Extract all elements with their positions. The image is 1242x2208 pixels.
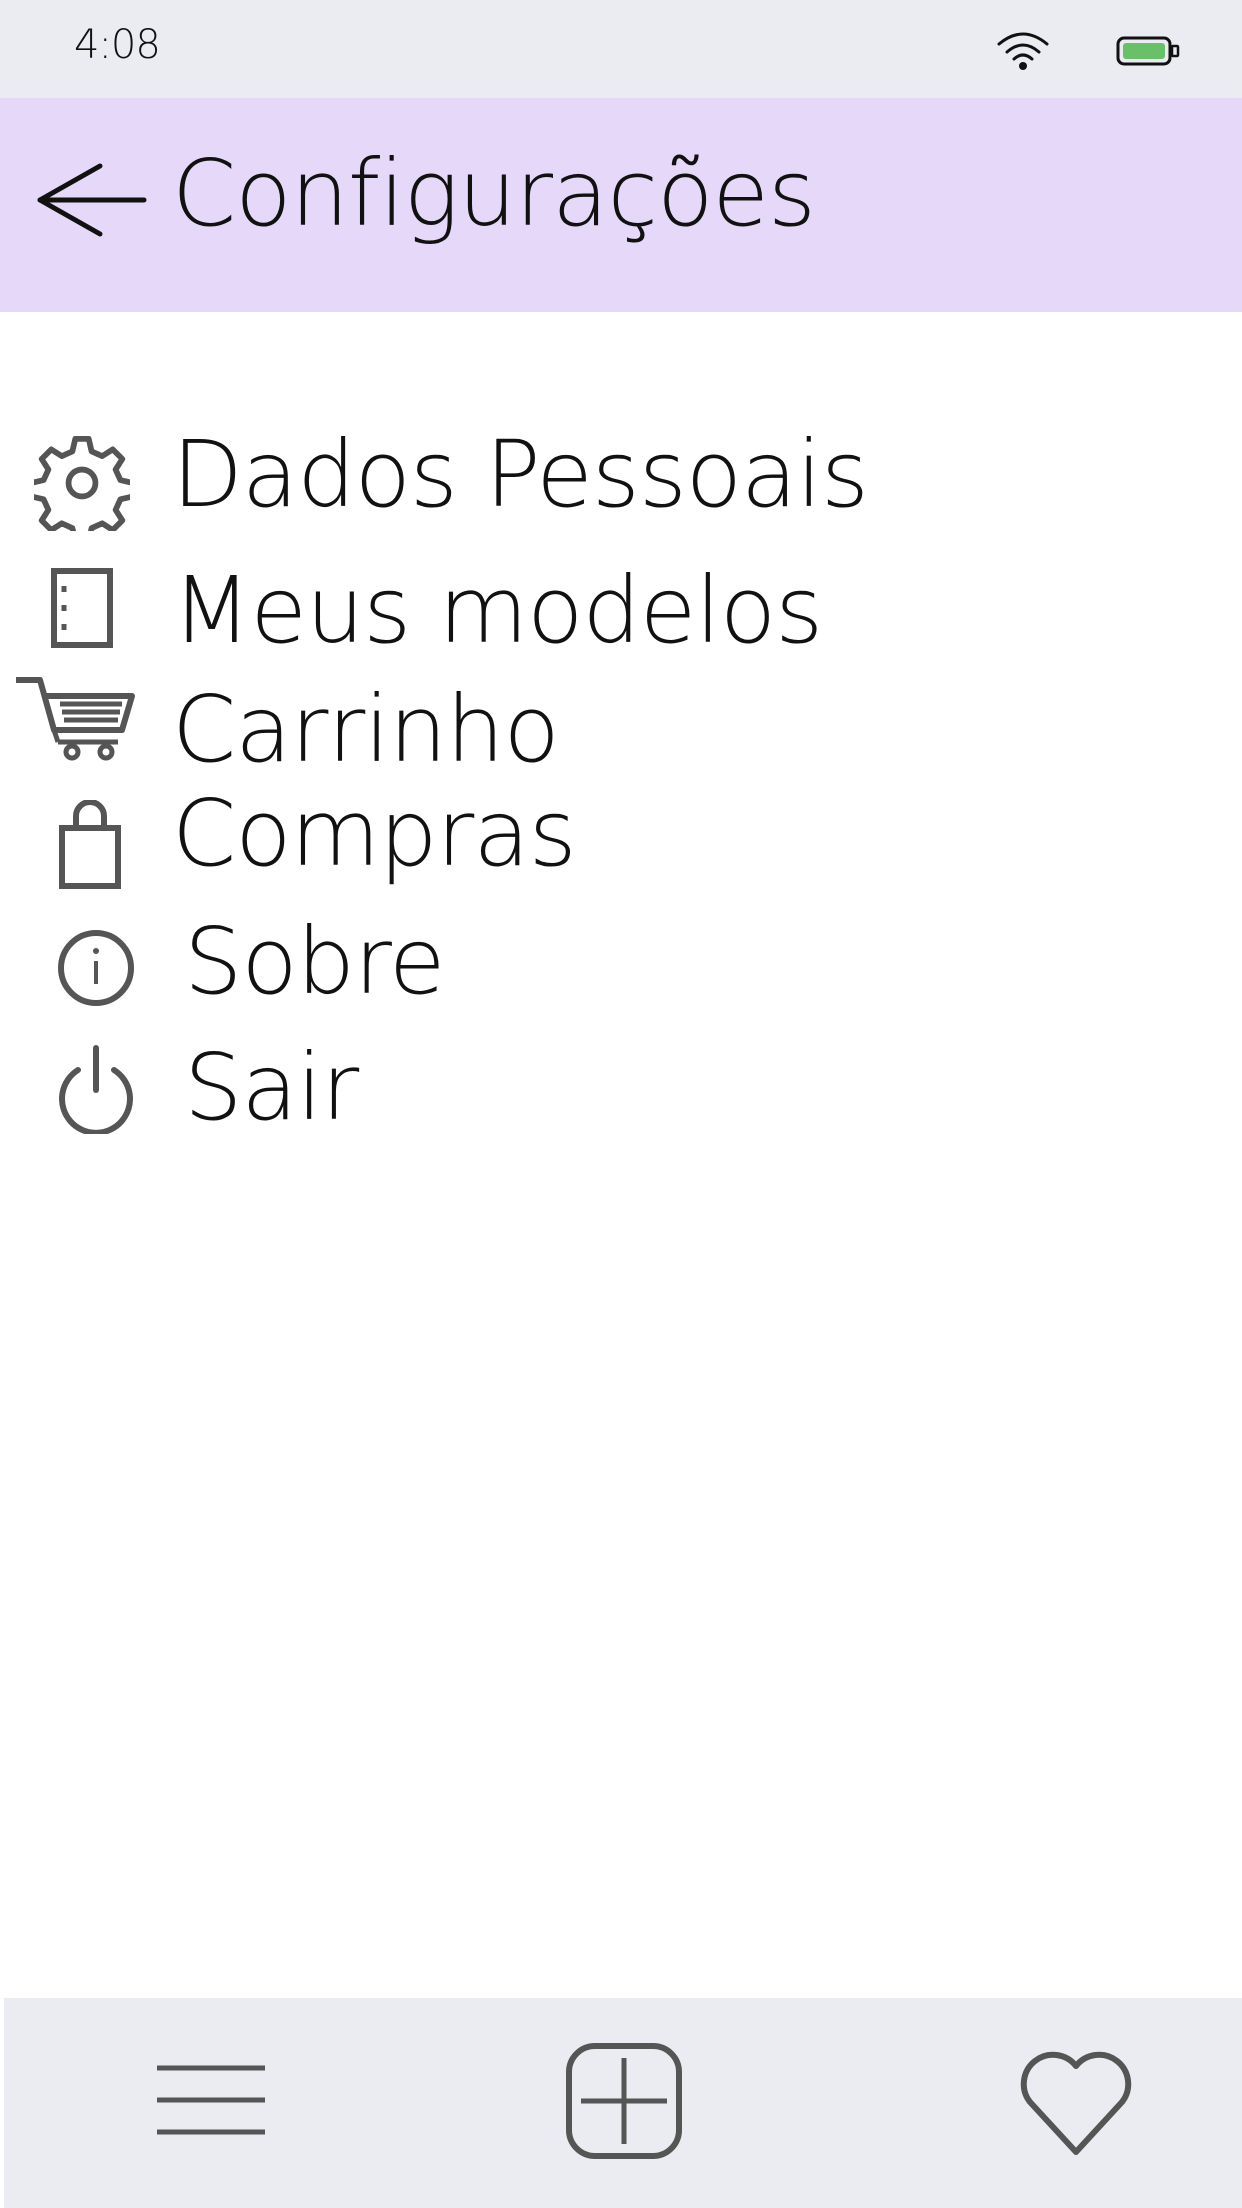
menu-item-dados-pessoais[interactable]: Dados Pessoais [0,421,900,535]
cart-icon [16,677,135,761]
add-icon[interactable] [565,2042,683,2160]
status-time: 4:08 [74,22,161,68]
info-icon [58,930,134,1006]
heart-icon[interactable] [1016,2044,1136,2158]
menu-item-label: Dados Pessoais [172,421,869,528]
menu-item-label: Sobre [184,908,445,1015]
battery-icon [1116,36,1180,66]
power-icon [59,1045,133,1134]
notebook-icon [51,568,113,648]
menu-item-meus-modelos[interactable]: Meus modelos [0,557,900,670]
wifi-icon [997,32,1049,70]
menu-icon[interactable] [155,2064,267,2136]
status-bar: 4:08 [0,0,1242,98]
page-title: Configurações [172,140,816,247]
menu-item-label: Meus modelos [172,557,823,664]
menu-item-label: Carrinho [172,676,560,783]
menu-item-label: Compras [172,780,577,887]
gear-icon [34,435,130,531]
arrow-left-icon [37,163,147,237]
menu-item-sair[interactable]: Sair [0,1034,900,1146]
back-button[interactable] [36,160,148,240]
menu-item-label: Sair [184,1034,359,1141]
shopping-bag-icon [59,800,121,889]
menu-item-compras[interactable]: Compras [0,780,900,900]
menu-item-sobre[interactable]: Sobre [0,908,900,1020]
menu-item-carrinho[interactable]: Carrinho [0,676,900,786]
bottom-nav [4,1998,1242,2208]
